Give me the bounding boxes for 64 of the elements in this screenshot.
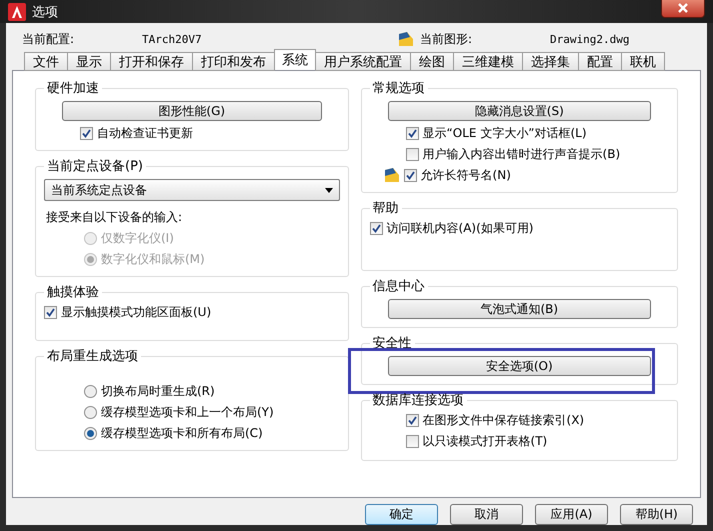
dialog-button[interactable]: 取消 [450,504,523,525]
window-title: 选项 [32,4,59,20]
options-button[interactable]: 隐藏消息设置(S) [388,101,651,121]
options-button[interactable]: 气泡式通知(B) [388,299,651,319]
tab[interactable]: 选择集 [522,52,579,71]
tab[interactable]: 绘图 [410,52,454,71]
group-title: 触摸体验 [46,284,100,301]
checkbox-label: 用户输入内容出错时进行声音提示(B) [422,146,620,162]
profile-label: 当前配置: [22,30,76,48]
drawing-label: 当前图形: [420,30,474,48]
checkbox[interactable] [406,148,419,160]
checkbox-label: 显示触摸模式功能区面板(U) [61,304,212,320]
device-dropdown[interactable]: 当前系统定点设备 [44,179,340,201]
dialog-button[interactable]: 确定 [365,504,438,525]
drawing-name: Drawing2.dwg [550,32,630,46]
input-source-label: 接受来自以下设备的输入: [46,208,182,226]
close-icon [678,2,688,12]
dropdown-arrow-icon [324,188,333,192]
drawing-file-icon [398,31,414,47]
group-title: 信息中心 [372,278,426,295]
checkbox[interactable] [370,222,383,234]
dialog-button[interactable]: 应用(A) [535,504,608,525]
tab[interactable]: 配置 [578,52,622,71]
app-logo-icon [8,2,26,20]
tab[interactable]: 联机 [621,52,665,71]
checkbox-label: 自动检查证书更新 [97,124,193,142]
checkbox[interactable] [80,126,93,140]
tab[interactable]: 用户系统配置 [315,52,411,71]
radio-label: 缓存模型选项卡和所有布局(C) [101,424,263,442]
radio-label: 切换布局时重生成(R) [101,382,215,400]
radio-button[interactable] [84,384,97,398]
checkbox-label: 允许长符号名(N) [420,166,511,184]
checkbox[interactable] [406,434,419,448]
dialog-button[interactable]: 帮助(H) [620,504,693,525]
group-title: 硬件加速 [46,80,100,97]
checkbox-label: 访问联机内容(A)(如果可用) [386,220,534,236]
tab[interactable]: 打印和发布 [192,52,275,71]
tab[interactable]: 三维建模 [453,52,523,71]
checkbox[interactable] [404,168,417,182]
radio-button[interactable] [84,406,97,418]
checkbox-label: 显示“OLE 文字大小”对话框(L) [422,124,587,142]
close-button[interactable] [661,0,705,18]
radio-label: 缓存模型选项卡和上一个布局(Y) [101,404,274,420]
group-title: 帮助 [372,200,400,217]
checkbox[interactable] [44,306,57,318]
options-button[interactable]: 图形性能(G) [62,101,322,121]
options-button[interactable]: 安全选项(O) [388,356,651,376]
checkbox-label: 在图形文件中保存链接索引(X) [422,412,584,428]
tab[interactable]: 文件 [24,52,68,71]
group-title: 布局重生成选项 [46,348,139,365]
tab[interactable]: 打开和保存 [110,52,193,71]
tab[interactable]: 系统 [274,49,316,70]
group-title: 常规选项 [372,80,426,97]
checkbox[interactable] [406,414,419,426]
tab[interactable]: 显示 [67,52,111,71]
profile-name: TArch20V7 [142,32,203,46]
radio-label: 仅数字化仪(I) [101,230,174,246]
group-title: 安全性 [372,335,413,352]
group-title: 当前定点设备(P) [46,158,144,175]
radio-label: 数字化仪和鼠标(M) [101,250,205,268]
group-title: 数据库连接选项 [372,392,465,409]
radio-button[interactable] [84,426,97,440]
checkbox-label: 以只读模式打开表格(T) [422,432,548,450]
checkbox[interactable] [406,126,419,140]
